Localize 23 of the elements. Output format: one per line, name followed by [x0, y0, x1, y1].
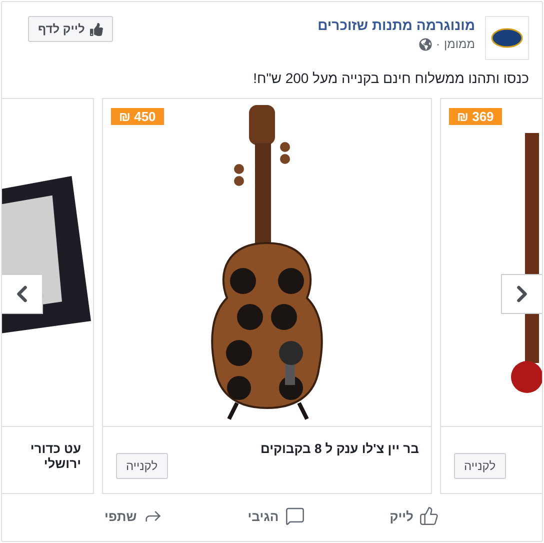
- previous-button[interactable]: [2, 274, 43, 314]
- separator-dot: ·: [436, 37, 440, 51]
- next-button[interactable]: [501, 274, 542, 314]
- comment-button[interactable]: הגיבי: [244, 502, 309, 530]
- speech-bubble-icon: [284, 506, 305, 526]
- share-button[interactable]: שתפי: [100, 502, 167, 530]
- thumbs-up-icon: [90, 22, 103, 36]
- price-tag: ₪ 369: [449, 108, 502, 125]
- product-title: עט כדורי ירושלי: [29, 441, 81, 471]
- product-card[interactable]: עט כדורי ירושלי: [2, 98, 94, 494]
- buy-button[interactable]: לקנייה: [454, 453, 506, 479]
- like-button[interactable]: לייק: [386, 502, 444, 530]
- thumbs-up-icon: [419, 506, 440, 526]
- globe-icon: [419, 38, 432, 50]
- page-logo[interactable]: [485, 16, 529, 60]
- oval-logo-icon: [491, 28, 523, 48]
- page-name-link[interactable]: מונוגרמה מתנות שזוכרים: [318, 17, 475, 33]
- product-title: בר יין צ'לו ענק ל 8 בקבוקים: [259, 441, 419, 456]
- sponsored-label: ממומן: [444, 37, 475, 51]
- like-page-button[interactable]: לייק לדף: [28, 16, 113, 42]
- buy-button[interactable]: לקנייה: [116, 453, 168, 479]
- post-message: כנסו ותהנו ממשלוח חינם בקנייה מעל 200 ש"ח!: [252, 70, 529, 86]
- price-tag: ₪ 450: [111, 108, 164, 125]
